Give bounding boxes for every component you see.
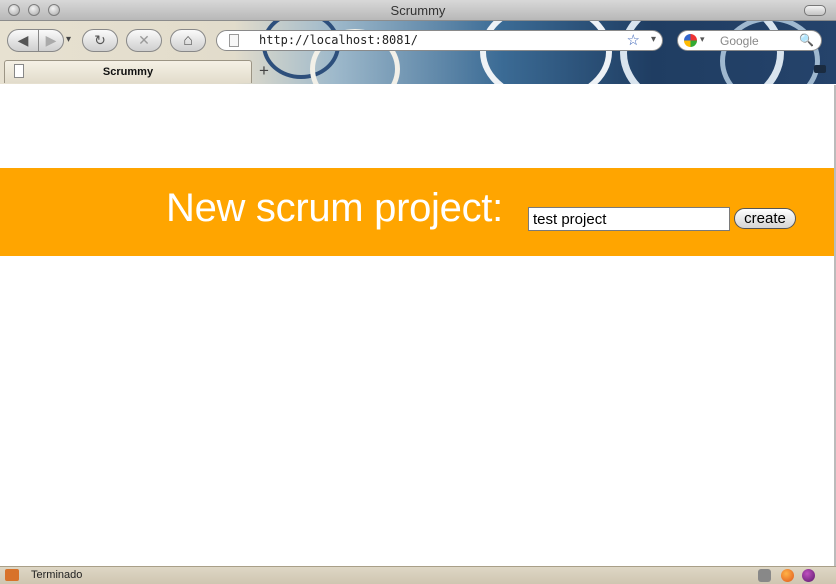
page-heading: New scrum project: <box>166 186 503 230</box>
search-icon[interactable]: 🔍 <box>799 33 814 47</box>
search-bar[interactable]: ▾ Google 🔍 <box>677 30 822 51</box>
new-project-banner: New scrum project: create <box>0 168 834 256</box>
stop-button[interactable]: ✕ <box>126 29 162 52</box>
addon-icon[interactable] <box>802 569 815 582</box>
tab-scrummy[interactable]: Scrummy <box>4 60 252 83</box>
forward-icon: ▶ <box>45 32 57 48</box>
url-dropdown-icon[interactable]: ▾ <box>651 34 656 45</box>
status-bar: Terminado <box>0 566 836 584</box>
url-bar[interactable]: http://localhost:8081/ ☆ ▾ <box>216 30 663 51</box>
search-placeholder[interactable]: Google <box>720 34 759 48</box>
bug-icon[interactable] <box>758 569 771 582</box>
page-icon <box>229 34 239 47</box>
create-button[interactable]: create <box>734 208 796 229</box>
google-engine-icon[interactable] <box>684 34 697 47</box>
history-dropdown-icon[interactable]: ▾ <box>66 34 71 45</box>
toolbar-toggle-button[interactable] <box>804 5 826 16</box>
home-button[interactable]: ⌂ <box>170 29 206 52</box>
firefox-icon <box>5 569 19 581</box>
reload-icon: ↻ <box>94 32 106 48</box>
tab-label: Scrummy <box>102 66 154 78</box>
back-icon: ◀ <box>17 32 29 48</box>
bookmark-star-icon[interactable]: ☆ <box>627 31 640 49</box>
project-name-input[interactable] <box>528 207 730 231</box>
tab-list-icon[interactable] <box>814 65 826 73</box>
forward-button[interactable]: ▶ <box>38 29 64 52</box>
status-text: Terminado <box>31 569 83 581</box>
window-titlebar: Scrummy <box>0 0 836 21</box>
page-content: New scrum project: create <box>0 85 836 566</box>
window-title: Scrummy <box>390 3 446 18</box>
home-icon: ⌂ <box>183 31 193 49</box>
stop-icon: ✕ <box>138 32 150 48</box>
new-tab-button[interactable]: + <box>259 61 269 81</box>
firefox-status-icon[interactable] <box>781 569 794 582</box>
engine-dropdown-icon[interactable]: ▾ <box>700 34 705 45</box>
back-button[interactable]: ◀ <box>7 29 39 52</box>
url-text[interactable]: http://localhost:8081/ <box>259 33 418 47</box>
tab-bar: Scrummy + <box>0 60 836 84</box>
reload-button[interactable]: ↻ <box>82 29 118 52</box>
